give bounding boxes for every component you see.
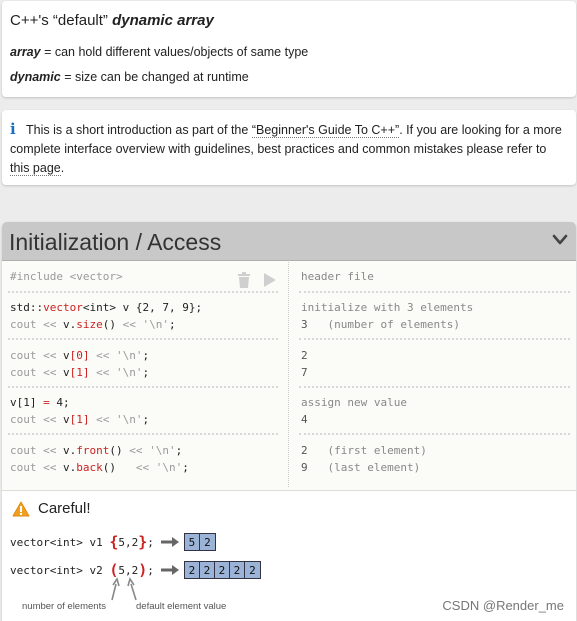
intro-title: C++'s “default” dynamic array [10,11,568,31]
result-column: header file initialize with 3 elements 3… [293,262,576,487]
trash-icon[interactable] [237,272,251,288]
run-icon[interactable] [263,272,277,288]
info-icon: i [10,120,16,138]
careful-box: Careful! vector<int> v1 {5,2}; 5 2 vecto… [2,490,576,621]
definition-text: = can hold different values/objects of s… [40,45,309,59]
arrow-right-icon [160,537,179,547]
initialization-access-section: Initialization / Access #include <vector… [2,222,576,621]
array-cell: 2 [199,534,215,550]
note-text: This is a short introduction as part of … [26,123,252,137]
result-line: initialize with 3 elements [301,301,474,314]
result-line: 2 [301,349,308,362]
code-line-declare: std::vector<int> v {2, 7, 9}; [10,301,203,314]
arrow-right-icon [160,565,179,575]
this-page-link[interactable]: this page [10,161,61,176]
result-line: header file [301,270,374,283]
result-line: 3 (number of elements) [301,318,460,331]
warning-icon [12,501,30,516]
definition-array: array = can hold different values/object… [10,43,568,61]
divider [8,338,278,340]
definition-text: = size can be changed at runtime [60,70,249,84]
code-line-index0: cout << v[0] << '\n'; [10,349,150,362]
code-line-front: cout << v.front() << '\n'; [10,444,183,457]
result-line: 2 (first element) [301,444,427,457]
intro-title-prefix: C++'s “default” [10,12,113,29]
code-line-back: cout << v.back() << '\n'; [10,461,189,474]
note-card: i This is a short introduction as part of… [2,110,576,185]
divider [8,433,278,435]
code-line-index1: cout << v[1] << '\n'; [10,366,150,379]
array-cell: 5 [184,534,200,550]
divider [8,291,278,293]
array-cell: 2 [214,562,230,578]
chevron-down-icon[interactable] [552,234,568,246]
code-table: #include <vector> std::vector<int> v {2,… [2,262,576,487]
array-cells: 2 2 2 2 2 [183,561,261,579]
intro-title-emph: dynamic array [112,12,214,29]
definition-term: dynamic [10,70,61,84]
note-text: . [60,161,65,175]
careful-title: Careful! [12,500,91,517]
pointer-arrows [111,577,137,601]
array-cell: 2 [229,562,245,578]
code-tools [237,272,282,288]
definition-term: array [10,45,41,59]
divider [8,386,278,388]
array-cell: 2 [199,562,215,578]
intro-card: C++'s “default” dynamic array array = ca… [2,1,576,97]
array-cell: 2 [244,562,260,578]
code-line-index1-again: cout << v[1] << '\n'; [10,413,150,426]
column-divider [288,262,289,487]
watermark: CSDN @Render_me [442,598,564,613]
label-default-element-value: default element value [136,601,227,612]
label-number-of-elements: number of elements [22,601,106,612]
divider [299,386,570,388]
section-header[interactable]: Initialization / Access [2,222,576,261]
array-cells: 5 2 [183,533,216,551]
result-line: assign new value [301,396,407,409]
code-line-assign: v[1] = 4; [10,396,70,409]
divider [299,338,570,340]
result-line: 4 [301,413,308,426]
result-line: 9 (last element) [301,461,421,474]
definition-dynamic: dynamic = size can be changed at runtime [10,68,568,86]
result-line: 7 [301,366,308,379]
code-column: #include <vector> std::vector<int> v {2,… [2,262,284,487]
section-title: Initialization / Access [9,229,222,255]
divider [299,291,570,293]
example-brace-init: vector<int> v1 {5,2}; 5 2 [10,533,216,551]
array-cell: 2 [184,562,200,578]
divider [299,433,570,435]
code-line-size: cout << v.size() << '\n'; [10,318,176,331]
beginners-guide-link[interactable]: “Beginner's Guide To C++” [251,123,400,138]
